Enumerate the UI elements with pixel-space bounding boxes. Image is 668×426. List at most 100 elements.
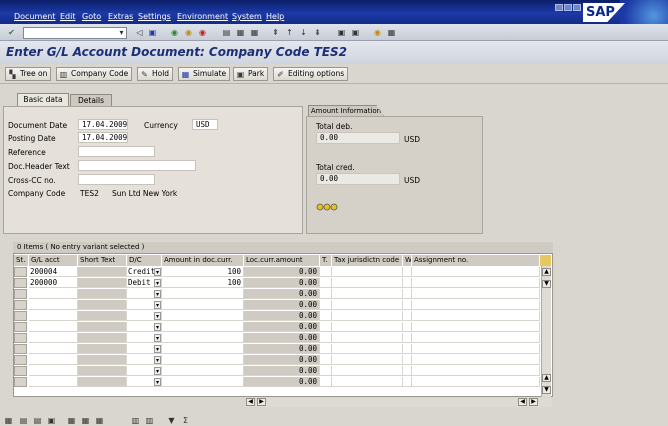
tax-code-cell[interactable] bbox=[320, 355, 332, 365]
document-date-field[interactable]: 17.04.2009 bbox=[78, 119, 128, 130]
amount-doc-cell[interactable] bbox=[162, 366, 244, 376]
new-session-icon[interactable]: ▣ bbox=[336, 27, 347, 38]
tax-code-cell[interactable] bbox=[320, 366, 332, 376]
col-status[interactable]: St. bbox=[14, 255, 29, 266]
copy-row-icon[interactable]: ▣ bbox=[46, 415, 57, 426]
amount-doc-cell[interactable] bbox=[162, 322, 244, 332]
reference-field[interactable] bbox=[78, 146, 155, 157]
w-cell[interactable] bbox=[403, 267, 412, 277]
w-cell[interactable] bbox=[403, 311, 412, 321]
gl-account-cell[interactable] bbox=[29, 322, 78, 332]
help-icon[interactable]: ◉ bbox=[372, 27, 383, 38]
back-icon[interactable]: ◉ bbox=[169, 27, 180, 38]
gl-account-cell[interactable] bbox=[29, 355, 78, 365]
gl-account-cell[interactable] bbox=[29, 377, 78, 387]
last-page-icon[interactable]: ⇟ bbox=[312, 27, 323, 38]
assignment-cell[interactable] bbox=[412, 278, 540, 288]
dc-dropdown-icon[interactable]: ▾ bbox=[154, 356, 161, 364]
amount-doc-cell[interactable]: 100 bbox=[162, 278, 244, 288]
row-selector[interactable] bbox=[14, 344, 27, 354]
filter-icon[interactable]: ▼ bbox=[166, 415, 177, 426]
w-cell[interactable] bbox=[403, 333, 412, 343]
previous-page-icon[interactable]: ↑ bbox=[284, 27, 295, 38]
assignment-cell[interactable] bbox=[412, 333, 540, 343]
w-cell[interactable] bbox=[403, 355, 412, 365]
amount-doc-cell[interactable] bbox=[162, 333, 244, 343]
amount-doc-cell[interactable] bbox=[162, 355, 244, 365]
horizontal-scrollbar[interactable] bbox=[245, 398, 552, 407]
gl-account-cell[interactable]: 200000 bbox=[29, 278, 78, 288]
amount-doc-cell[interactable] bbox=[162, 377, 244, 387]
assignment-cell[interactable] bbox=[412, 267, 540, 277]
menu-system[interactable]: System bbox=[232, 12, 262, 21]
posting-date-field[interactable]: 17.04.2009 bbox=[78, 132, 128, 143]
w-cell[interactable] bbox=[403, 278, 412, 288]
row-selector[interactable] bbox=[14, 311, 27, 321]
assignment-cell[interactable] bbox=[412, 322, 540, 332]
w-cell[interactable] bbox=[403, 289, 412, 299]
editing-options-button[interactable]: ✐ Editing options bbox=[273, 67, 349, 81]
col-assignment[interactable]: Assignment no. bbox=[412, 255, 540, 266]
amount-doc-cell[interactable] bbox=[162, 300, 244, 310]
dc-dropdown-icon[interactable]: ▾ bbox=[154, 334, 161, 342]
scroll-left-end-icon[interactable]: ◀ bbox=[518, 398, 527, 406]
amount-doc-cell[interactable]: 100 bbox=[162, 267, 244, 277]
scroll-left-icon[interactable]: ◀ bbox=[246, 398, 255, 406]
paste-icon[interactable]: ▥ bbox=[144, 415, 155, 426]
maximize-icon[interactable] bbox=[564, 4, 572, 11]
gl-account-cell[interactable]: 200004 bbox=[29, 267, 78, 277]
copy-icon[interactable]: ▥ bbox=[130, 415, 141, 426]
w-cell[interactable] bbox=[403, 366, 412, 376]
park-button[interactable]: ▣ Park bbox=[233, 67, 269, 81]
tax-code-cell[interactable] bbox=[320, 289, 332, 299]
close-icon[interactable] bbox=[573, 4, 581, 11]
doc-header-text-field[interactable] bbox=[78, 160, 196, 171]
col-short-text[interactable]: Short Text bbox=[78, 255, 127, 266]
command-field[interactable] bbox=[23, 27, 127, 39]
gl-account-cell[interactable] bbox=[29, 366, 78, 376]
gl-account-cell[interactable] bbox=[29, 300, 78, 310]
col-loc-curr[interactable]: Loc.curr.amount bbox=[244, 255, 320, 266]
gl-account-cell[interactable] bbox=[29, 333, 78, 343]
w-cell[interactable] bbox=[403, 300, 412, 310]
scroll-right-end-icon[interactable]: ▶ bbox=[529, 398, 538, 406]
assignment-cell[interactable] bbox=[412, 311, 540, 321]
deselect-icon[interactable]: ▤ bbox=[32, 415, 43, 426]
tax-code-cell[interactable] bbox=[320, 278, 332, 288]
tax-jurisdiction-cell[interactable] bbox=[332, 355, 403, 365]
assignment-cell[interactable] bbox=[412, 366, 540, 376]
delete-row-icon[interactable]: ▦ bbox=[80, 415, 91, 426]
tax-jurisdiction-cell[interactable] bbox=[332, 322, 403, 332]
sum-icon[interactable]: Σ bbox=[180, 415, 191, 426]
tax-code-cell[interactable] bbox=[320, 333, 332, 343]
assignment-cell[interactable] bbox=[412, 300, 540, 310]
amount-doc-cell[interactable] bbox=[162, 289, 244, 299]
cancel-icon[interactable]: ◉ bbox=[197, 27, 208, 38]
tax-code-cell[interactable] bbox=[320, 344, 332, 354]
dropdown-icon[interactable]: ▾ bbox=[116, 27, 127, 38]
page-up-icon[interactable]: ▲ bbox=[542, 374, 551, 382]
cross-cc-field[interactable] bbox=[78, 174, 155, 185]
dc-dropdown-icon[interactable]: ▾ bbox=[154, 345, 161, 353]
scroll-down-icon[interactable]: ▼ bbox=[542, 280, 551, 288]
assignment-cell[interactable] bbox=[412, 344, 540, 354]
row-selector[interactable] bbox=[14, 278, 27, 288]
menu-settings[interactable]: Settings bbox=[138, 12, 171, 21]
row-selector[interactable] bbox=[14, 366, 27, 376]
tab-basic-data[interactable]: Basic data bbox=[17, 93, 69, 106]
column-config-icon[interactable] bbox=[540, 255, 552, 266]
details-icon[interactable]: ▦ bbox=[3, 415, 14, 426]
dc-dropdown-icon[interactable]: ▾ bbox=[154, 301, 161, 309]
row-selector[interactable] bbox=[14, 355, 27, 365]
minimize-icon[interactable] bbox=[555, 4, 563, 11]
save-icon[interactable]: ▣ bbox=[147, 27, 158, 38]
dc-dropdown-icon[interactable]: ▾ bbox=[154, 312, 161, 320]
tab-details[interactable]: Details bbox=[70, 94, 112, 106]
tax-jurisdiction-cell[interactable] bbox=[332, 344, 403, 354]
next-page-icon[interactable]: ↓ bbox=[298, 27, 309, 38]
tax-jurisdiction-cell[interactable] bbox=[332, 278, 403, 288]
w-cell[interactable] bbox=[403, 377, 412, 387]
tree-on-button[interactable]: ▚ Tree on bbox=[5, 67, 52, 81]
select-all-rows-icon[interactable]: ▤ bbox=[18, 415, 29, 426]
back-arrow-icon[interactable]: ◁ bbox=[134, 27, 145, 38]
